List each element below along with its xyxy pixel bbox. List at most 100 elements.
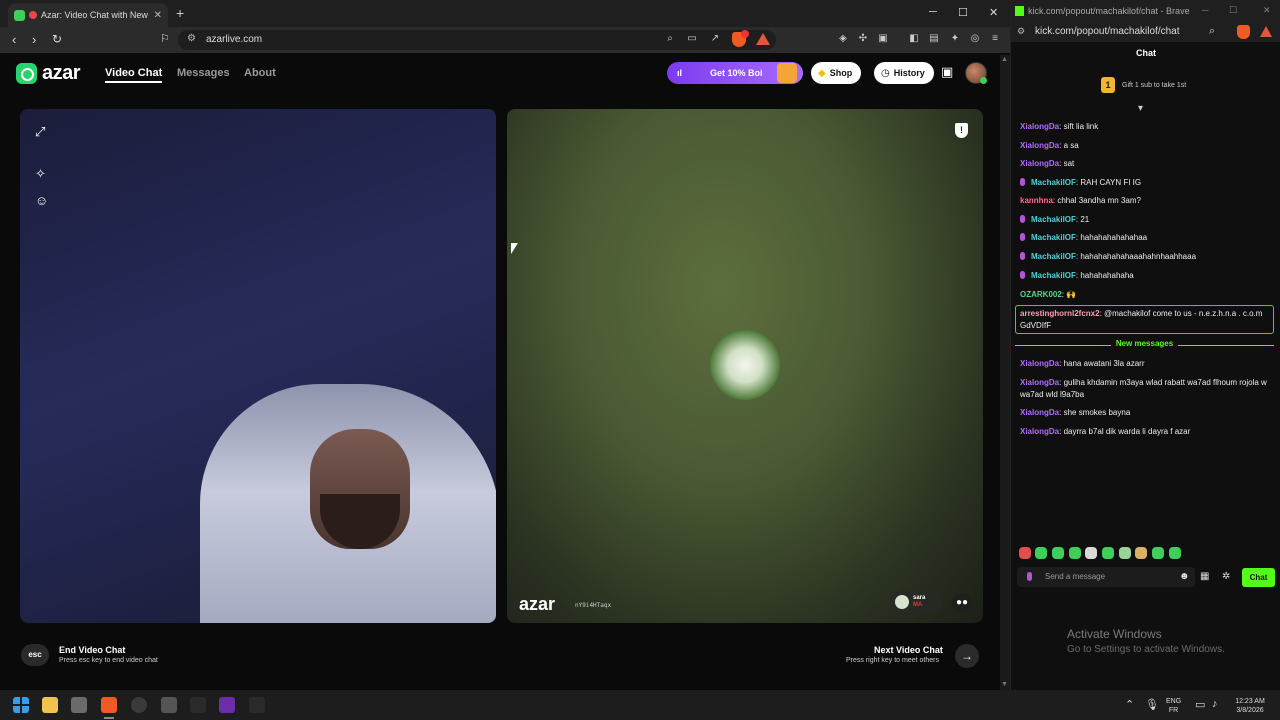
gift-sub-banner[interactable]: 1 Gift 1 sub to take 1st [1101,77,1186,93]
kick-site-settings-icon[interactable]: ⚙ [1017,26,1025,37]
minimize-button[interactable]: ─ [929,6,937,18]
microphone-icon[interactable]: 🎙 [1145,698,1159,711]
profile-avatar[interactable] [965,62,987,84]
kick-rewards-icon[interactable] [1260,26,1272,37]
file-explorer-icon[interactable] [42,697,58,713]
chat-username[interactable]: XialongDa [1020,359,1059,368]
next-arrow-icon[interactable]: → [955,644,979,668]
nav-video-chat[interactable]: Video Chat [105,67,163,83]
scroll-down-icon[interactable]: ▼ [1001,681,1008,688]
chat-username[interactable]: MachakilOF [1031,178,1076,187]
forward-icon[interactable]: › [32,32,36,47]
chat-username[interactable]: MachakilOF [1031,233,1076,242]
brave-rewards-icon[interactable] [756,33,770,45]
inbox-icon[interactable]: ▣ [941,64,953,80]
screenshot-icon[interactable]: ▣ [877,33,889,45]
emote-icon[interactable] [1169,547,1181,559]
network-icon[interactable]: ▭ [1195,698,1205,711]
back-icon[interactable]: ‹ [12,32,16,47]
maximize-button[interactable]: ☐ [958,6,968,19]
chat-username[interactable]: XialongDa [1020,427,1059,436]
kick-maximize-button[interactable]: ☐ [1229,5,1237,16]
windows-start-icon[interactable] [13,697,29,713]
bookmark-icon[interactable]: ⚐ [160,32,170,45]
chat-username[interactable]: XialongDa [1020,141,1059,150]
zoom-icon[interactable]: ⌕ [664,33,676,45]
fullscreen-icon[interactable]: ⤢ [35,124,45,140]
share-icon[interactable]: ↗ [709,33,721,45]
report-icon[interactable]: ! [955,123,968,138]
tab-azar[interactable]: Azar: Video Chat with New Pe ✕ [8,3,168,27]
tray-overflow-icon[interactable]: ⌃ [1125,698,1134,711]
chat-input[interactable]: Send a message ☻ [1017,567,1195,587]
kick-minimize-button[interactable]: ─ [1202,5,1208,15]
brave-taskbar-icon[interactable] [101,697,117,713]
promo-button[interactable]: ıl Get 10% Boi [667,62,803,84]
extensions-icon[interactable]: ✣ [857,33,869,45]
chat-username[interactable]: MachakilOF [1031,215,1076,224]
chat-bubble-icon[interactable]: ●● [952,593,972,613]
vpn-icon[interactable]: ◈ [837,33,849,45]
kick-brave-shields-icon[interactable] [1237,25,1250,39]
chat-username[interactable]: XialongDa [1020,378,1059,387]
emoji-picker-icon[interactable]: ☻ [1179,571,1190,582]
chat-settings-icon[interactable]: ✲ [1222,571,1230,582]
peer-user-tag[interactable]: sara MA [891,591,943,613]
kick-close-button[interactable]: ✕ [1263,5,1271,16]
history-button[interactable]: ◷ History [874,62,934,84]
chat-username[interactable]: XialongDa [1020,122,1059,131]
esc-key-button[interactable]: esc [21,644,49,666]
new-tab-button[interactable]: + [176,5,184,21]
leo-ai-icon[interactable]: ✦ [949,33,961,45]
cast-icon[interactable]: ▭ [686,33,698,45]
nav-about[interactable]: About [244,67,276,79]
scroll-up-icon[interactable]: ▲ [1001,56,1008,63]
nav-messages[interactable]: Messages [177,67,230,79]
app-icon[interactable] [190,697,206,713]
emote-icon[interactable] [1102,547,1114,559]
chat-username[interactable]: XialongDa [1020,159,1059,168]
clock[interactable]: 12:23 AM 3/8/2026 [1227,697,1273,715]
chat-username[interactable]: MachakilOF [1031,271,1076,280]
chat-username[interactable]: OZARK002 [1020,290,1062,299]
pinned-toggle-icon[interactable]: ▾ [1138,103,1143,114]
emote-icon[interactable] [1085,547,1097,559]
magic-wand-icon[interactable]: ✧ [35,166,46,182]
reload-icon[interactable]: ↻ [52,32,62,46]
highlighted-username[interactable]: arrestinghornl2fcnx2 [1020,309,1100,318]
site-settings-icon[interactable]: ⚙ [187,33,196,44]
sticker-icon[interactable]: ☺ [35,193,48,208]
azar-logo[interactable]: azar [16,62,81,85]
chat-username[interactable]: kannhna [1020,196,1053,205]
emote-icon[interactable] [1035,547,1047,559]
page-scrollbar[interactable]: ▲ ▼ [1000,55,1010,690]
language-indicator[interactable]: ENG FR [1166,697,1181,715]
emote-icon[interactable] [1119,547,1131,559]
wallet-icon[interactable]: ▤ [928,33,940,45]
close-tab-icon[interactable]: ✕ [154,10,162,21]
emote-icon[interactable] [1152,547,1164,559]
close-window-button[interactable]: ✕ [989,6,998,19]
volume-icon[interactable]: ♪ [1212,698,1218,710]
chat-username[interactable]: MachakilOF [1031,252,1076,261]
next-app-icon[interactable] [219,697,235,713]
kick-address-bar[interactable]: ⚙ kick.com/popout/machakilof/chat ⌕ [1011,22,1280,42]
emote-icon[interactable] [1052,547,1064,559]
app-icon[interactable] [249,697,265,713]
end-chat-title[interactable]: End Video Chat [59,645,125,655]
sidebar-icon[interactable]: ◧ [908,33,920,45]
vpn-shield-icon[interactable]: ◎ [969,33,981,45]
gift-icon[interactable]: ▦ [1200,571,1209,582]
emote-icon[interactable] [1135,547,1147,559]
kick-zoom-icon[interactable]: ⌕ [1209,25,1215,38]
next-chat-title[interactable]: Next Video Chat [874,645,943,655]
emote-icon[interactable] [1019,547,1031,559]
emote-icon[interactable] [1069,547,1081,559]
shop-button[interactable]: ◆ Shop [811,62,862,84]
store-icon[interactable] [71,697,87,713]
steam-icon[interactable] [131,697,147,713]
menu-icon[interactable]: ≡ [989,33,1001,45]
app-icon[interactable] [161,697,177,713]
chat-username[interactable]: XialongDa [1020,408,1059,417]
send-chat-button[interactable]: Chat [1242,568,1275,587]
